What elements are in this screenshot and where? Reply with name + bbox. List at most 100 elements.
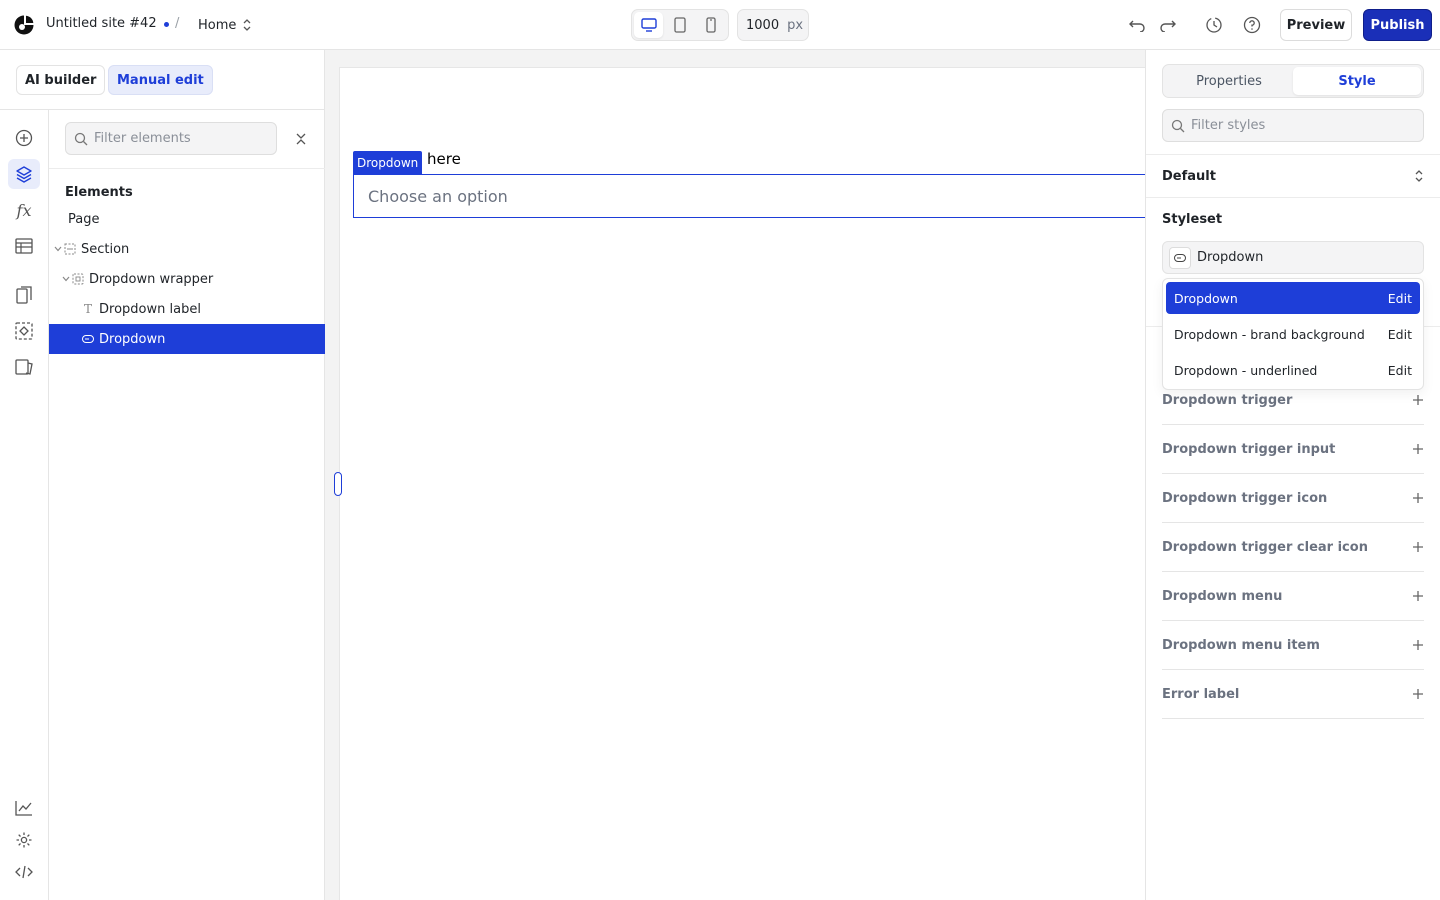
add-element-icon[interactable] [8,123,40,153]
top-bar: Untitled site #42 / Home 1000 px Preview… [0,0,1440,50]
elements-panel: Elements Page Section Dropdown wrapper T… [49,110,325,900]
formula-icon[interactable]: fx [8,195,40,225]
styleset-option[interactable]: Dropdown - brand background Edit [1166,318,1420,350]
styleset-title: Styleset [1162,212,1223,227]
mobile-view-button[interactable] [697,12,726,38]
search-icon [1171,119,1185,133]
assets-icon[interactable] [8,352,40,382]
subelement-label: Dropdown trigger input [1162,441,1336,457]
ai-builder-button[interactable]: AI builder [16,65,106,95]
styleset-edit-link[interactable]: Edit [1388,291,1412,306]
chevron-down-icon[interactable] [53,246,63,252]
subelement-label: Dropdown trigger clear icon [1162,539,1368,555]
history-icon[interactable] [1203,14,1225,36]
subelement-dropdown-menu-item[interactable]: Dropdown menu item [1162,621,1424,670]
canvas-width-value: 1000 [746,17,780,33]
subelement-dropdown-trigger-clear-icon[interactable]: Dropdown trigger clear icon [1162,523,1424,572]
subelement-dropdown-trigger-icon[interactable]: Dropdown trigger icon [1162,474,1424,523]
subelement-label: Error label [1162,686,1240,702]
page-selector[interactable]: Home [190,10,260,40]
styleset-option[interactable]: Dropdown Edit [1166,282,1420,314]
breadcrumb-separator: / [175,16,180,31]
plus-icon[interactable] [1412,492,1424,504]
filter-elements-field[interactable] [65,122,277,155]
desktop-icon [640,18,657,32]
settings-gear-icon[interactable] [8,825,40,855]
canvas-width-input[interactable]: 1000 px [737,9,809,41]
styleset-select[interactable]: Dropdown [1162,241,1424,274]
tree-item-dropdown-label[interactable]: T Dropdown label [49,294,325,324]
filter-styles-input[interactable] [1191,118,1411,133]
panel-divider [1146,154,1440,155]
plus-icon[interactable] [1412,688,1424,700]
data-table-icon[interactable] [8,231,40,261]
pages-icon[interactable] [8,280,40,310]
desktop-view-button[interactable] [634,12,664,38]
layers-icon[interactable] [8,159,40,189]
state-selector[interactable]: Default [1162,165,1424,187]
tree-item-label: Dropdown label [99,301,201,317]
styleset-menu: Dropdown Edit Dropdown - brand backgroun… [1162,278,1424,390]
subelement-dropdown-menu[interactable]: Dropdown menu [1162,572,1424,621]
styleset-edit-link[interactable]: Edit [1388,363,1412,378]
tab-style[interactable]: Style [1293,67,1421,95]
section-icon [63,242,77,256]
mode-switcher: AI builder Manual edit [0,50,325,110]
container-icon [71,272,85,286]
unsaved-indicator [164,22,169,27]
mobile-icon [706,17,716,33]
chevron-updown-icon [242,18,252,32]
components-icon[interactable] [8,316,40,346]
page-name: Home [198,17,237,33]
site-name[interactable]: Untitled site #42 [46,16,157,31]
dropdown-placeholder: Choose an option [368,186,508,206]
tablet-icon [674,17,686,33]
tree-item-page[interactable]: Page [49,204,325,234]
code-icon[interactable] [8,857,40,887]
filter-styles-field[interactable] [1162,109,1424,142]
help-icon[interactable] [1241,14,1263,36]
app-logo-icon[interactable] [13,14,35,36]
panel-tabs: Properties Style [1162,64,1424,98]
state-label: Default [1162,168,1216,184]
undo-icon[interactable] [1126,14,1148,36]
redo-icon[interactable] [1157,14,1179,36]
subelement-error-label[interactable]: Error label [1162,670,1424,719]
styleset-option-label: Dropdown - brand background [1174,326,1365,342]
subelement-label: Dropdown trigger [1162,392,1293,408]
tree-item-label: Section [81,241,130,257]
panel-divider [49,168,325,169]
panel-divider [1146,197,1440,198]
tree-item-dropdown[interactable]: Dropdown [49,324,325,354]
manual-edit-button[interactable]: Manual edit [108,65,213,95]
canvas-dropdown-label[interactable]: here [427,150,461,168]
selection-tag[interactable]: Dropdown [353,151,423,174]
filter-elements-input[interactable] [94,131,264,146]
left-rail: fx [0,50,49,900]
canvas-width-unit: px [787,17,804,33]
tree-item-label: Page [68,211,100,227]
collapse-all-icon[interactable] [291,129,311,149]
tree-item-dropdown-wrapper[interactable]: Dropdown wrapper [49,264,325,294]
canvas-resize-handle[interactable] [334,472,342,496]
elements-title: Elements [65,185,133,200]
styleset-option[interactable]: Dropdown - underlined Edit [1166,354,1420,386]
publish-button[interactable]: Publish [1363,9,1432,41]
plus-icon[interactable] [1412,541,1424,553]
tablet-view-button[interactable] [665,12,694,38]
dropdown-icon [81,332,95,346]
tab-properties[interactable]: Properties [1165,67,1293,95]
preview-button[interactable]: Preview [1280,9,1352,41]
subelement-dropdown-trigger-input[interactable]: Dropdown trigger input [1162,425,1424,474]
styleset-option-label: Dropdown [1174,290,1238,306]
plus-icon[interactable] [1412,590,1424,602]
analytics-icon[interactable] [8,793,40,823]
tree-item-section[interactable]: Section [49,234,325,264]
text-icon: T [83,302,92,316]
styleset-edit-link[interactable]: Edit [1388,327,1412,342]
plus-icon[interactable] [1412,639,1424,651]
canvas-dropdown[interactable]: Choose an option [353,174,1145,218]
chevron-down-icon[interactable] [61,276,71,282]
plus-icon[interactable] [1412,443,1424,455]
plus-icon[interactable] [1412,394,1424,406]
